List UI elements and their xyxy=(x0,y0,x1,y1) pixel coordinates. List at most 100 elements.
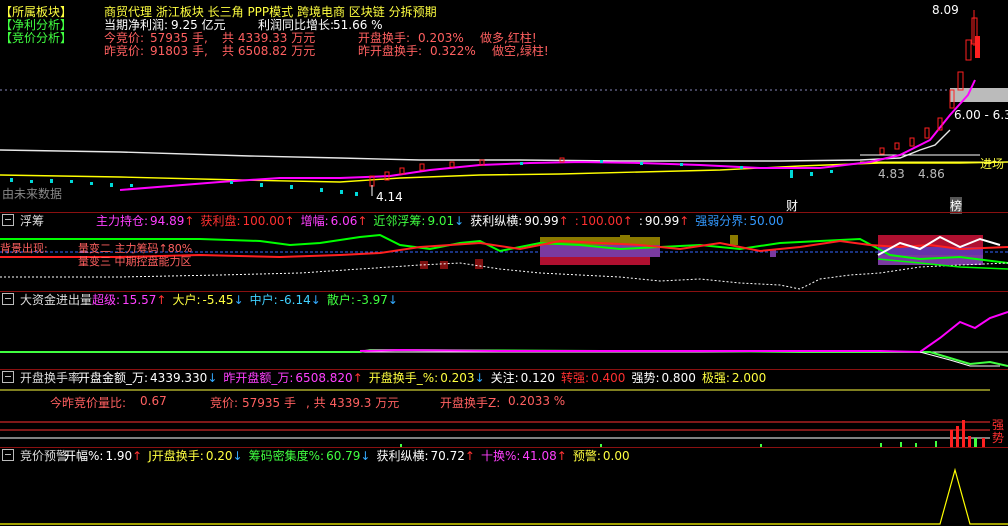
price-low-label-c: 4.86 xyxy=(918,167,945,181)
fund-magenta-line xyxy=(359,311,1008,354)
turnover-item-label: 极强: xyxy=(701,371,730,385)
chip-item-value: 94.89 xyxy=(150,214,185,228)
turnover-item-value: 2.000 xyxy=(731,371,767,385)
chip-item-value: 9.01 xyxy=(427,214,455,228)
arrow-up-icon: ↑ xyxy=(464,449,475,463)
collapse-icon[interactable] xyxy=(2,214,14,226)
fund-indicators: 超级: 15.57↑ 大户: -5.45↓ 中户: -6.14↓ 散户: -3.97↓ xyxy=(92,292,404,308)
chip-item-label: 主力持仓: xyxy=(96,214,149,228)
turnover-item: 昨开盘额_万: 6508.820↑ xyxy=(223,371,362,385)
chip-item: :90.99↑ xyxy=(639,214,689,228)
warn-item-value: 1.90 xyxy=(105,449,133,463)
warn-item-value: 60.79 xyxy=(326,449,361,463)
chip-item-label: : xyxy=(638,214,643,228)
price-low-label: 4.14 xyxy=(376,190,403,204)
chip-item: 主力持仓: 94.89↑ xyxy=(96,214,194,228)
chip-item-label: 增幅: xyxy=(300,214,329,228)
warn-chart[interactable] xyxy=(0,464,1008,526)
chip-item-label: 强弱分界: xyxy=(695,214,748,228)
arrow-down-icon: ↓ xyxy=(454,214,465,228)
chip-title: 浮筹 xyxy=(20,214,45,228)
chip-overlay-a: 背景出现: xyxy=(0,242,48,255)
warn-item-value: 70.72 xyxy=(430,449,465,463)
chip-item-label: 获利盘: xyxy=(200,214,241,228)
chip-item: 增幅: 6.06↑ xyxy=(301,214,368,228)
turnover-item: 关注: 0.120 xyxy=(491,371,555,385)
collapse-icon-turnover[interactable] xyxy=(2,371,14,383)
collapse-icon-warn[interactable] xyxy=(2,449,14,461)
chip-item-value: 100.00 xyxy=(580,214,623,228)
turnover-chart[interactable] xyxy=(0,386,990,448)
price-low-label-b: 4.83 xyxy=(878,167,905,181)
arrow-up-icon: ↑ xyxy=(284,214,295,228)
turnover-indicators: 开盘金额_万: 4339.330↓ 昨开盘额_万: 6508.820↑ 开盘换手_%: 0… xyxy=(78,370,772,386)
entry-label: 进场 xyxy=(980,157,1005,171)
turnover-item-value: 0.203 xyxy=(440,371,475,385)
warn-header: 竞价预警 xyxy=(0,448,74,464)
candle-series xyxy=(10,10,978,196)
warn-item-label: 筹码密集度%: xyxy=(248,449,325,463)
turnover-title: 开盘换手率 xyxy=(20,371,81,385)
turnover-item-label: 开盘金额_万: xyxy=(78,371,149,385)
price-chart[interactable] xyxy=(0,0,1008,212)
warn-item-value: 0.00 xyxy=(602,449,630,463)
warn-item: 筹码密集度%: 60.79↓ xyxy=(249,449,371,463)
warn-item-label: 预警: xyxy=(572,449,601,463)
arrow-up-icon: ↑ xyxy=(558,214,569,228)
turnover-item: 开盘换手_%: 0.203↓ xyxy=(369,371,485,385)
arrow-down-icon: ↓ xyxy=(232,449,243,463)
warn-item-label: 十换%: xyxy=(480,449,521,463)
fund-item: 中户: -6.14↓ xyxy=(250,293,321,307)
turnover-item-label: 关注: xyxy=(490,371,519,385)
fund-item-label: 散户: xyxy=(326,293,355,307)
turnover-item-label: 转强: xyxy=(561,371,590,385)
fund-item-label: 大户: xyxy=(172,293,201,307)
arrow-up-icon: ↑ xyxy=(352,371,363,385)
chip-indicators: 主力持仓: 94.89↑ 获利盘: 100.00↑ 增幅: 6.06↑ 近邻浮筹: 9.01↓… xyxy=(96,213,790,229)
turnover-item: 开盘金额_万: 4339.330↓ xyxy=(78,371,217,385)
warn-item-value: 41.08 xyxy=(522,449,557,463)
turnover-item: 极强: 2.000 xyxy=(702,371,766,385)
warn-item-label: J开盘换手: xyxy=(148,449,204,463)
turnover-item-value: 4339.330 xyxy=(150,371,208,385)
warn-spike-line xyxy=(0,467,1008,525)
turnover-item-label: 开盘换手_%: xyxy=(368,371,439,385)
fund-item-label: 超级: xyxy=(92,293,121,307)
warn-item: 获利纵横: 70.72↑ xyxy=(376,449,474,463)
arrow-up-icon: ↑ xyxy=(184,214,195,228)
fund-item-value: 15.57 xyxy=(122,293,157,307)
fund-header: 大资金进出量 xyxy=(0,292,98,308)
collapse-icon-fund[interactable] xyxy=(2,293,14,305)
arrow-down-icon: ↓ xyxy=(387,293,398,307)
chip-item-label: 近邻浮筹: xyxy=(373,214,426,228)
chip-item: :100.00↑ xyxy=(575,214,633,228)
arrow-up-icon: ↑ xyxy=(132,449,143,463)
price-right-label: 6.00 - 6.3 xyxy=(954,108,1008,122)
turnover-bars xyxy=(400,420,985,447)
fund-item: 超级: 15.57↑ xyxy=(92,293,166,307)
ma-white xyxy=(0,129,951,162)
warn-item: 开幅%: 1.90↑ xyxy=(64,449,142,463)
arrow-down-icon: ↓ xyxy=(233,293,244,307)
chip-item: 强弱分界: 50.00 xyxy=(695,214,783,228)
strong-label-b: 势 xyxy=(992,431,1005,445)
future-data-label: 由未来数据 xyxy=(2,187,63,201)
fund-item-value: -6.14 xyxy=(279,293,311,307)
arrow-down-icon: ↓ xyxy=(207,371,218,385)
warn-indicators: 开幅%: 1.90↑ J开盘换手: 0.20↓ 筹码密集度%: 60.79↓ 获利纵横: 70… xyxy=(64,448,636,464)
arrow-up-icon: ↑ xyxy=(556,449,567,463)
turnover-item: 转强: 0.400 xyxy=(561,371,625,385)
turnover-item-value: 6508.820 xyxy=(295,371,353,385)
arrow-down-icon: ↓ xyxy=(310,293,321,307)
turnover-item-value: 0.800 xyxy=(661,371,696,385)
chip-header: 浮筹 xyxy=(0,213,50,229)
turnover-item-value: 0.120 xyxy=(520,371,556,385)
chip-item: 近邻浮筹: 9.01↓ xyxy=(373,214,464,228)
warn-item-value: 0.20 xyxy=(205,449,233,463)
fund-item-value: -3.97 xyxy=(356,293,388,307)
chip-item-value: 6.06 xyxy=(330,214,358,228)
fund-chart[interactable] xyxy=(0,308,1008,370)
arrow-up-icon: ↑ xyxy=(357,214,368,228)
chip-item: 获利盘: 100.00↑ xyxy=(200,214,294,228)
arrow-up-icon: ↑ xyxy=(679,214,690,228)
